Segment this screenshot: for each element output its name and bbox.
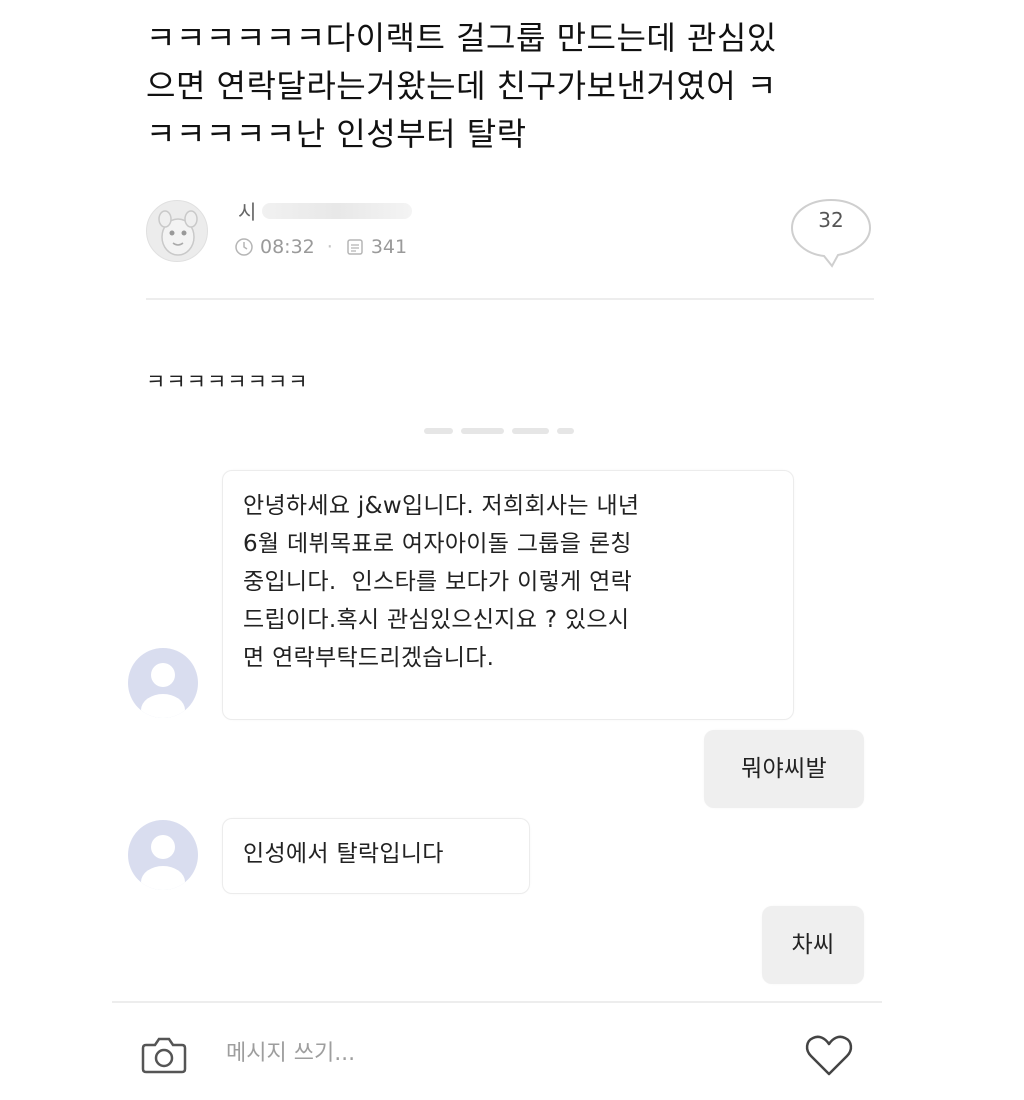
composer-divider (112, 1001, 882, 1003)
message-bubble-received: 안녕하세요 j&w입니다. 저희회사는 내년 6월 데뷔목표로 여자아이돌 그룹… (222, 470, 794, 720)
comment-text: ㅋㅋㅋㅋㅋㅋㅋㅋ (146, 370, 309, 394)
post-body: ㅋㅋㅋㅋㅋㅋ다이랙트 걸그룹 만드는데 관심있 으면 연락달라는거왔는데 친구가… (146, 19, 777, 153)
sender-avatar[interactable] (128, 648, 198, 718)
message-bubble-received: 인성에서 탈락입니다 (222, 818, 530, 894)
post-meta: 08:32 · 341 (234, 236, 407, 258)
comment-count-button[interactable]: 32 (788, 196, 874, 270)
message-bubble-sent: 뭐야씨발 (704, 730, 864, 808)
message-bubble-sent: 차씨 (762, 906, 864, 984)
post-time: 08:32 (260, 236, 315, 258)
post-views: 341 (370, 236, 408, 258)
heart-icon[interactable] (804, 1033, 854, 1077)
author-avatar[interactable] (146, 200, 208, 262)
comment-count: 32 (818, 208, 844, 232)
sender-avatar[interactable] (128, 820, 198, 890)
camera-icon[interactable] (140, 1035, 188, 1075)
post-author: 시 08:32 · 341 (146, 198, 876, 268)
clock-icon (235, 238, 253, 256)
user-silhouette-icon (141, 663, 185, 718)
views-icon (347, 239, 363, 255)
user-silhouette-icon (141, 835, 185, 890)
author-name[interactable]: 시 (238, 196, 413, 225)
post-divider (146, 298, 874, 300)
chat-date-separator (424, 428, 574, 436)
author-name-text: 시 (238, 200, 257, 224)
blurred-name (262, 202, 413, 219)
character-avatar-icon (158, 210, 198, 256)
message-input[interactable] (226, 1031, 726, 1075)
meta-separator: · (326, 236, 333, 258)
message-composer (112, 1015, 882, 1091)
